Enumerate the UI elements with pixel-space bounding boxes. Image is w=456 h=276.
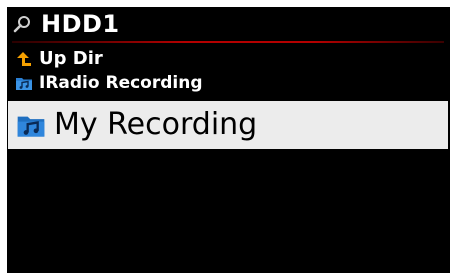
list-item-label: My Recording: [54, 107, 258, 142]
title-bar: HDD1: [7, 7, 450, 41]
list-item-up-dir[interactable]: Up Dir: [7, 47, 450, 71]
file-browser-screen: HDD1 Up Dir IRadio Recording My Recordin…: [7, 7, 450, 273]
list-item-label: Up Dir: [39, 48, 103, 69]
list-item-label: IRadio Recording: [39, 73, 203, 93]
list-item-iradio-recording[interactable]: IRadio Recording: [7, 71, 450, 95]
page-title: HDD1: [41, 10, 120, 38]
up-dir-arrow-icon: [17, 52, 31, 66]
music-folder-icon: [16, 78, 32, 90]
title-divider: [12, 41, 444, 43]
music-folder-icon: [17, 116, 45, 137]
folder-list: Up Dir IRadio Recording My Recording: [7, 47, 450, 149]
search-icon[interactable]: [12, 14, 34, 36]
list-item-my-recording[interactable]: My Recording: [8, 101, 448, 149]
